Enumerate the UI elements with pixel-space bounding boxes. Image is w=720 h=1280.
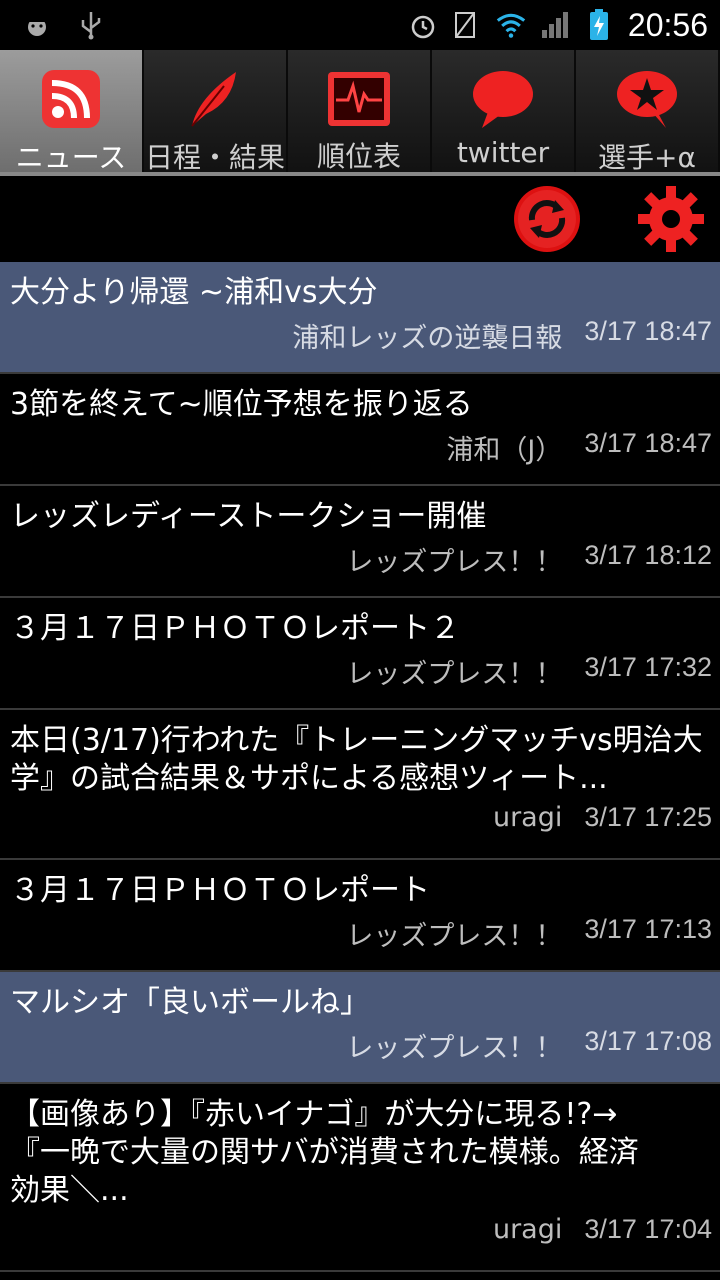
list-item[interactable]: 3節を終えて~順位予想を振り返る 浦和（J） 3/17 18:47	[0, 374, 720, 486]
news-title: ３月１７日ＰＨＯＴＯレポート	[10, 873, 430, 908]
tab-players-label: 選手+α	[598, 141, 696, 174]
news-source: レッズプレス！！	[346, 1033, 563, 1064]
tab-news-label: ニュース	[15, 141, 127, 174]
list-item[interactable]: 本日(3/17)行われた『トレーニングマッチvs明治大学』の試合結果＆サポによる…	[0, 710, 720, 860]
news-time: 3/17 17:08	[584, 1026, 712, 1056]
alarm-icon	[408, 10, 438, 40]
tab-schedule-label: 日程・結果	[144, 141, 285, 174]
news-source: レッズプレス！！	[346, 547, 563, 578]
rss-icon	[36, 68, 106, 130]
news-title: 大分より帰還 ~浦和vs大分	[10, 275, 378, 310]
tab-schedule[interactable]: 日程・結果	[144, 50, 288, 175]
usb-icon	[76, 10, 106, 40]
no-signal-icon	[452, 10, 482, 40]
news-source: uragi	[492, 802, 563, 833]
news-title: レッズレディーストークショー開催	[10, 499, 487, 534]
refresh-icon	[514, 186, 580, 252]
news-time: 3/17 18:12	[584, 540, 712, 570]
chart-monitor-icon	[324, 68, 394, 129]
tab-twitter[interactable]: twitter	[432, 50, 576, 175]
list-item[interactable]: レッズレディーストークショー開催 レッズプレス！！ 3/17 18:12	[0, 486, 720, 598]
news-title: 【画像あり】『赤いイナゴ』が大分に現る!?→『一晩で大量の関サバが消費された模様…	[10, 1097, 639, 1208]
tab-standings[interactable]: 順位表	[288, 50, 432, 175]
list-item[interactable]: 【画像あり】『赤いイナゴ』が大分に現る!?→『一晩で大量の関サバが消費された模様…	[0, 1084, 720, 1272]
news-source: 浦和レッズの逆襲日報	[292, 323, 563, 354]
news-source: レッズプレス！！	[346, 921, 563, 952]
news-time: 3/17 17:04	[584, 1214, 712, 1244]
news-title: マルシオ「良いボールね」	[10, 985, 370, 1020]
android-debug-icon	[22, 10, 52, 40]
news-time: 3/17 17:25	[584, 802, 712, 832]
status-time: 20:56	[627, 6, 708, 43]
list-item[interactable]: ３月１７日ＰＨＯＴＯレポート レッズプレス！！ 3/17 17:13	[0, 860, 720, 972]
refresh-button[interactable]	[512, 184, 582, 254]
feather-icon	[180, 68, 250, 130]
list-item[interactable]: マルシオ「良いボールね」 レッズプレス！！ 3/17 17:08	[0, 972, 720, 1084]
news-source: レッズプレス！！	[346, 659, 563, 690]
tab-standings-label: 順位表	[316, 140, 401, 173]
battery-charging-icon	[584, 9, 614, 40]
news-title: ３月１７日ＰＨＯＴＯレポート２	[10, 611, 460, 646]
news-list: 大分より帰還 ~浦和vs大分 浦和レッズの逆襲日報 3/17 18:47 3節を…	[0, 262, 720, 1272]
news-time: 3/17 18:47	[584, 316, 712, 346]
status-bar: 20:56	[0, 0, 720, 50]
settings-button[interactable]	[636, 184, 706, 254]
news-time: 3/17 17:13	[584, 914, 712, 944]
news-title: 3節を終えて~順位予想を振り返る	[10, 387, 473, 422]
news-time: 3/17 17:32	[584, 652, 712, 682]
tab-news[interactable]: ニュース	[0, 50, 144, 175]
speech-bubble-icon	[468, 68, 538, 130]
cell-signal-icon	[540, 10, 570, 40]
gear-icon	[638, 186, 704, 252]
news-title: 本日(3/17)行われた『トレーニングマッチvs明治大学』の試合結果＆サポによる…	[10, 723, 703, 796]
tab-bar: ニュース 日程・結果 順位表 twitter 選手+α	[0, 50, 720, 175]
list-item[interactable]: ３月１７日ＰＨＯＴＯレポート２ レッズプレス！！ 3/17 17:32	[0, 598, 720, 710]
wifi-icon	[496, 10, 526, 40]
tab-players[interactable]: 選手+α	[576, 50, 720, 175]
action-bar	[0, 176, 720, 262]
news-source: uragi	[492, 1214, 563, 1245]
star-bubble-icon	[612, 68, 682, 130]
tab-twitter-label: twitter	[456, 136, 550, 169]
news-time: 3/17 18:47	[584, 428, 712, 458]
news-source: 浦和（J）	[446, 435, 563, 466]
list-item[interactable]: 大分より帰還 ~浦和vs大分 浦和レッズの逆襲日報 3/17 18:47	[0, 262, 720, 374]
